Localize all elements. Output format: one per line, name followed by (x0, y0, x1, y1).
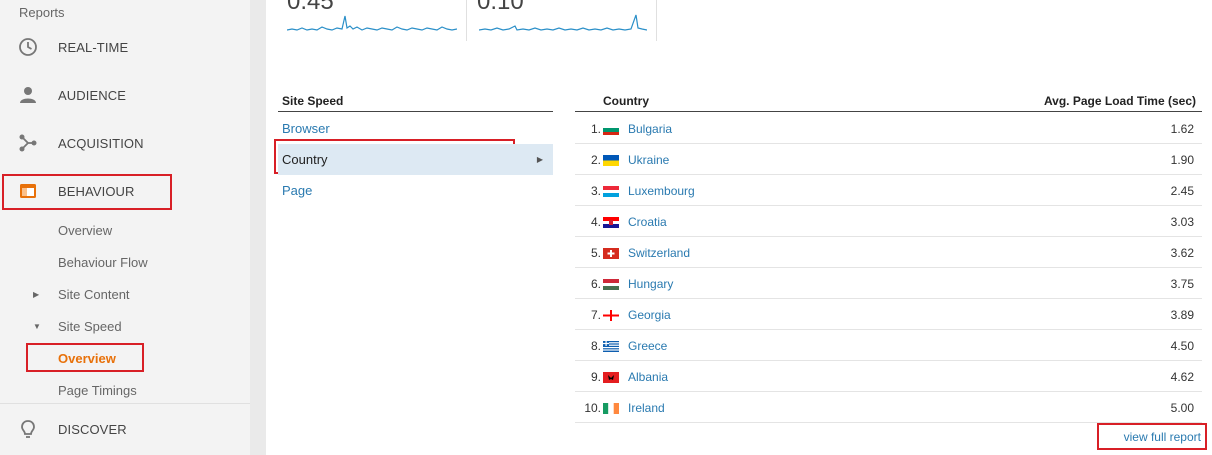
row-country-link[interactable]: Albania (628, 370, 668, 384)
nav-behaviour-label: BEHAVIOUR (58, 183, 135, 199)
row-value: 1.90 (1170, 153, 1194, 167)
row-rank: 2. (590, 153, 601, 167)
georgia-flag-icon (603, 310, 619, 321)
row-rank: 10. (584, 401, 601, 415)
nav-site-content[interactable]: Site Content (58, 287, 130, 302)
sparkline-2 (479, 14, 647, 31)
nav-page-timings[interactable]: Page Timings (58, 383, 137, 398)
nav-discover[interactable]: DISCOVER (0, 407, 250, 451)
albania-flag-icon (603, 372, 619, 383)
row-rank: 7. (590, 308, 601, 322)
row-value: 4.62 (1170, 370, 1194, 384)
caret-right-icon: ▶ (536, 155, 543, 164)
nav-realtime[interactable]: REAL-TIME (0, 25, 250, 69)
sidebar-scroll-gutter (250, 0, 266, 455)
table-row: 2. Ukraine 1.90 (575, 144, 1202, 175)
dimension-page[interactable]: Page (278, 175, 553, 206)
sidebar-divider (0, 403, 250, 404)
hungary-flag-icon (603, 279, 619, 290)
table-row: 6. Hungary 3.75 (575, 268, 1202, 299)
column-country[interactable]: Country (603, 94, 649, 108)
sparkline-1 (287, 15, 457, 31)
nav-site-speed-overview[interactable]: Overview (58, 351, 116, 366)
row-country-link[interactable]: Georgia (628, 308, 671, 322)
row-country-link[interactable]: Croatia (628, 215, 667, 229)
row-value: 3.89 (1170, 308, 1194, 322)
bulgaria-flag-icon (603, 124, 619, 135)
row-rank: 3. (590, 184, 601, 198)
nav-behaviour[interactable]: BEHAVIOUR (0, 169, 250, 213)
luxembourg-flag-icon (603, 186, 619, 197)
row-value: 4.50 (1170, 339, 1194, 353)
sparkline-card-1: 0.45 (267, 0, 467, 41)
behaviour-icon (17, 180, 39, 202)
row-value: 2.45 (1170, 184, 1194, 198)
dimension-browser[interactable]: Browser (278, 113, 553, 144)
nav-discover-label: DISCOVER (58, 421, 127, 437)
column-avg-page-load[interactable]: Avg. Page Load Time (sec) (1044, 94, 1196, 108)
table-row: 5. Switzerland 3.62 (575, 237, 1202, 268)
row-country-link[interactable]: Switzerland (628, 246, 690, 260)
row-value: 3.75 (1170, 277, 1194, 291)
switzerland-flag-icon (603, 248, 619, 259)
row-rank: 1. (590, 122, 601, 136)
row-country-link[interactable]: Ireland (628, 401, 665, 415)
table-header-line (575, 111, 1202, 112)
dimension-country-label: Country (282, 152, 328, 167)
row-value: 3.62 (1170, 246, 1194, 260)
nav-behaviour-overview[interactable]: Overview (58, 223, 112, 238)
row-rank: 8. (590, 339, 601, 353)
nav-behaviour-flow[interactable]: Behaviour Flow (58, 255, 148, 270)
sparkline-card-2: 0.10 (467, 0, 657, 41)
dimension-header-line (278, 111, 553, 112)
nav-audience[interactable]: AUDIENCE (0, 73, 250, 117)
row-rank: 6. (590, 277, 601, 291)
greece-flag-icon (603, 341, 619, 352)
nav-acquisition-label: ACQUISITION (58, 135, 144, 151)
table-row: 10. Ireland 5.00 (575, 392, 1202, 423)
row-value: 1.62 (1170, 122, 1194, 136)
clock-icon (17, 36, 39, 58)
croatia-flag-icon (603, 217, 619, 228)
nav-audience-label: AUDIENCE (58, 87, 126, 103)
view-full-report-link[interactable]: view full report (1124, 430, 1201, 444)
table-row: 9. Albania 4.62 (575, 361, 1202, 392)
reports-label: Reports (19, 5, 65, 20)
row-value: 5.00 (1170, 401, 1194, 415)
table-row: 3. Luxembourg 2.45 (575, 175, 1202, 206)
lightbulb-icon (17, 418, 39, 440)
table-row: 4. Croatia 3.03 (575, 206, 1202, 237)
nav-acquisition[interactable]: ACQUISITION (0, 121, 250, 165)
row-rank: 9. (590, 370, 601, 384)
table-row: 8. Greece 4.50 (575, 330, 1202, 361)
row-country-link[interactable]: Ukraine (628, 153, 669, 167)
dimension-country[interactable]: Country ▶ (278, 144, 553, 175)
ireland-flag-icon (603, 403, 619, 414)
row-country-link[interactable]: Hungary (628, 277, 673, 291)
caret-down-icon[interactable]: ▼ (33, 322, 41, 331)
dimension-header: Site Speed (282, 94, 344, 108)
nav-realtime-label: REAL-TIME (58, 39, 129, 55)
ukraine-flag-icon (603, 155, 619, 166)
row-value: 3.03 (1170, 215, 1194, 229)
row-country-link[interactable]: Luxembourg (628, 184, 695, 198)
table-row: 7. Georgia 3.89 (575, 299, 1202, 330)
row-rank: 4. (590, 215, 601, 229)
table-row: 1. Bulgaria 1.62 (575, 113, 1202, 144)
person-icon (17, 84, 39, 106)
row-country-link[interactable]: Bulgaria (628, 122, 672, 136)
sidebar: Reports REAL-TIME AUDIENCE ACQUISITION B… (0, 0, 250, 455)
nav-site-speed[interactable]: Site Speed (58, 319, 122, 334)
row-country-link[interactable]: Greece (628, 339, 667, 353)
row-rank: 5. (590, 246, 601, 260)
caret-right-icon[interactable]: ▶ (33, 290, 39, 299)
acquisition-icon (17, 132, 39, 154)
